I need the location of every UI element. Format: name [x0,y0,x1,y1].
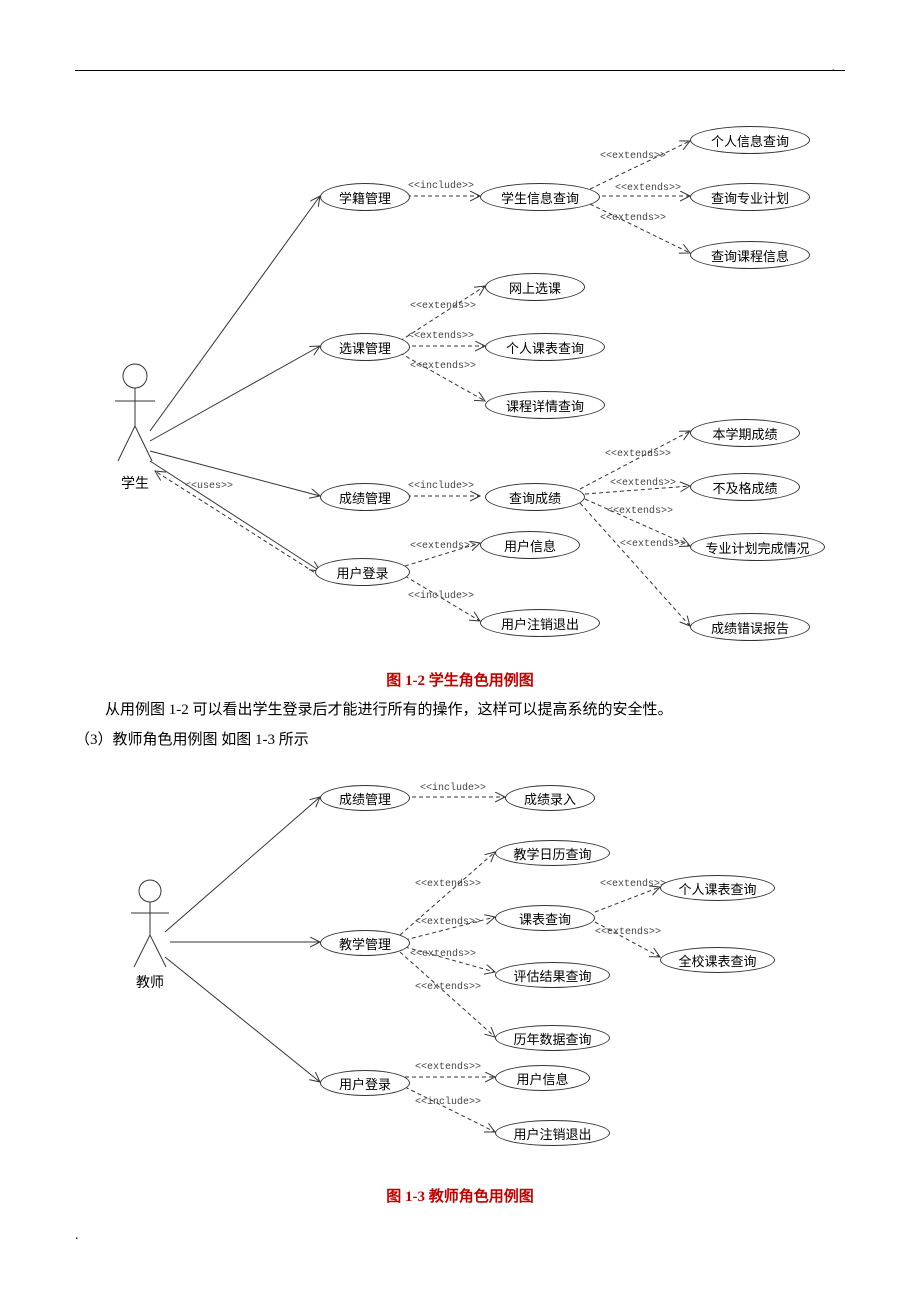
lbl-ext-4: <<extends>> [410,541,476,552]
diagram-1-2: 学生 学籍管理 学生信息查询 个人信息查询 查询专业计划 查询课程信息 选课管理… [90,101,830,651]
para-1: 从用例图 1-2 可以看出学生登录后才能进行所有的操作，这样可以提高系统的安全性… [75,698,845,724]
uc2-grade-mgmt: 成绩管理 [320,785,410,811]
uc2-grade-entry: 成绩录入 [505,785,595,811]
lbl2-ext-c: <<extends>> [410,949,476,960]
uc-course-select-mgmt: 选课管理 [320,333,410,361]
lbl-ext-2b: <<extends>> [408,331,474,342]
uc2-teach-mgmt: 教学管理 [320,930,410,956]
caption-1-3: 图 1-3 教师角色用例图 [75,1185,845,1206]
lbl-ext-1a: <<extends>> [600,151,666,162]
uc2-history: 历年数据查询 [495,1025,610,1051]
header-dot: . [832,60,836,76]
uc-fail-grade: 不及格成绩 [690,473,800,501]
para-2: （3）教师角色用例图 如图 1-3 所示 [75,728,845,754]
uc2-user-info: 用户信息 [495,1065,590,1091]
uc2-schedule: 课表查询 [495,905,595,931]
uc2-eval: 评估结果查询 [495,962,610,988]
lbl2-include-2: <<include>> [415,1097,481,1108]
lbl-include-1: <<include>> [408,181,474,192]
lbl-ext-3b: <<extends>> [610,478,676,489]
actor-student-label: 学生 [110,473,160,493]
lbl-ext-2a: <<extends>> [410,301,476,312]
uc-user-login: 用户登录 [315,558,410,586]
uc2-user-login: 用户登录 [320,1070,410,1096]
lbl-ext-1c: <<extends>> [600,213,666,224]
uc-grade-mgmt: 成绩管理 [320,483,410,511]
uc-academic-mgmt: 学籍管理 [320,183,410,211]
uc-grade-query: 查询成绩 [485,483,585,511]
lbl-uses-1: <<uses>> [185,481,233,492]
lbl-ext-3c: <<extends>> [607,506,673,517]
page: . [75,0,845,1254]
uc-personal-schedule: 个人课表查询 [485,333,605,361]
actor-teacher-icon [125,877,175,977]
lbl-ext-3a: <<extends>> [605,449,671,460]
diagram-1-3: 教师 成绩管理 成绩录入 教学管理 教学日历查询 课表查询 个人课表查询 全校课… [115,757,775,1167]
lbl-include-4: <<include>> [408,591,474,602]
lbl2-include-1: <<include>> [420,783,486,794]
uc-course-info-query: 查询课程信息 [690,241,810,269]
actor-student-icon [110,361,160,471]
footer-dot: . [75,1228,79,1244]
uc-term-grade: 本学期成绩 [690,419,800,447]
lbl2-ext-f: <<extends>> [595,927,661,938]
uc2-calendar: 教学日历查询 [495,840,610,866]
uc2-personal-schedule: 个人课表查询 [660,875,775,901]
uc-student-info-query: 学生信息查询 [480,183,600,211]
lbl-ext-2c: <<extends>> [410,361,476,372]
lbl-ext-1b: <<extends>> [615,183,681,194]
uc-online-select: 网上选课 [485,273,585,301]
uc-personal-info-query: 个人信息查询 [690,126,810,154]
uc-plan-complete: 专业计划完成情况 [690,533,825,561]
actor-teacher-label: 教师 [125,972,175,992]
lbl-include-3: <<include>> [408,481,474,492]
uc-plan-query: 查询专业计划 [690,183,810,211]
top-rule [75,70,845,71]
lbl2-ext-g: <<extends>> [415,1062,481,1073]
uc-user-logout: 用户注销退出 [480,609,600,637]
lbl2-ext-d: <<extends>> [415,982,481,993]
caption-1-2: 图 1-2 学生角色用例图 [75,669,845,690]
uc2-school-schedule: 全校课表查询 [660,947,775,973]
lbl2-ext-e: <<extends>> [600,879,666,890]
uc-grade-error: 成绩错误报告 [690,613,810,641]
uc-user-info: 用户信息 [480,531,580,559]
lbl2-ext-a: <<extends>> [415,879,481,890]
lbl2-ext-b: <<extends>> [415,917,481,928]
lbl-ext-3d: <<extends>> [620,539,686,550]
uc-course-detail: 课程详情查询 [485,391,605,419]
uc2-user-logout: 用户注销退出 [495,1120,610,1146]
